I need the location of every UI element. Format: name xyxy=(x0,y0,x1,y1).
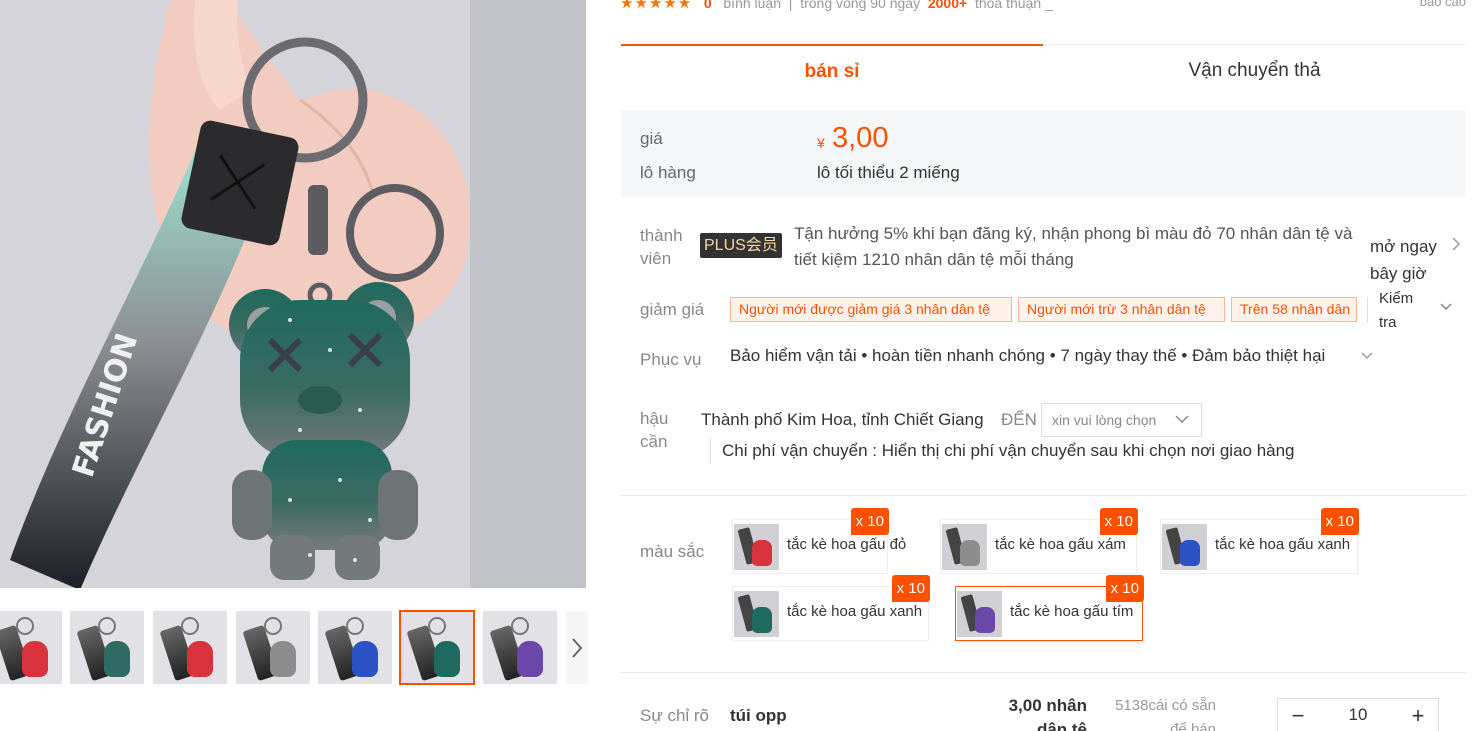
chevron-down-icon[interactable] xyxy=(1440,298,1452,314)
destination-select[interactable]: xin vui lòng chọn xyxy=(1041,403,1202,437)
price-label: giá xyxy=(640,129,663,148)
chevron-right-icon[interactable] xyxy=(1452,237,1461,256)
service-text: Bảo hiểm vận tải • hoàn tiền nhanh chóng… xyxy=(730,346,1326,365)
variant-thumbnail xyxy=(734,591,779,637)
quantity-input[interactable]: 10 xyxy=(1318,705,1398,725)
thumbnail[interactable] xyxy=(399,610,475,685)
variant-name: tắc kè hoa gấu xám xyxy=(995,536,1126,553)
discount-tag: Trên 58 nhân dân xyxy=(1231,297,1357,322)
variant-qty-badge: x 10 xyxy=(1105,575,1144,602)
chevron-down-icon[interactable] xyxy=(1361,347,1373,363)
currency-symbol: ¥ xyxy=(817,135,825,151)
chevron-down-icon xyxy=(1175,411,1189,427)
keychain-photo: FASHION xyxy=(0,0,586,588)
variant-name: tắc kè hoa gấu đỏ xyxy=(787,536,907,553)
price-value: 3,00 xyxy=(832,122,889,154)
variant-qty-badge: x 10 xyxy=(850,508,889,535)
color-variant-option[interactable]: tắc kè hoa gấu đỏ x 10 xyxy=(732,508,906,574)
main-product-image[interactable]: FASHION xyxy=(0,0,586,588)
color-variant-option[interactable]: tắc kè hoa gấu tím x 10 xyxy=(955,575,1144,641)
tab-wholesale[interactable]: bán sỉ xyxy=(621,44,1043,97)
rating-line: ★★★★★ 0 bình luận | trong vòng 90 ngày 2… xyxy=(620,0,1479,14)
member-label: thành viên xyxy=(640,226,683,268)
variant-thumbnail xyxy=(1162,524,1207,570)
color-variant-option[interactable]: tắc kè hoa gấu xám x 10 xyxy=(940,508,1138,574)
shipping-cost-text: Chi phí vận chuyển : Hiển thị chi phí vậ… xyxy=(710,438,1295,464)
decrease-quantity-button[interactable]: − xyxy=(1280,701,1316,731)
review-label[interactable]: bình luận xyxy=(723,0,781,11)
divider xyxy=(621,495,1466,496)
plus-member-badge: PLUS会员 xyxy=(700,233,782,258)
deal-count: 2000+ xyxy=(927,0,968,11)
thumbnail-strip xyxy=(0,610,600,686)
variant-thumbnail xyxy=(734,524,779,570)
report-link[interactable]: báo cáo xyxy=(1420,0,1466,9)
quantity-stepper: − 10 + xyxy=(1277,698,1439,731)
product-page: FASHION ★★★★★ 0 bình luận | trong vòng 9… xyxy=(0,0,1479,731)
discount-tag: Người mới được giảm giá 3 nhân dân tệ xyxy=(730,297,1012,322)
logistics-label: hậu cần xyxy=(640,409,669,451)
deal-label: thỏa thuận _ xyxy=(974,0,1053,11)
variant-name: tắc kè hoa gấu xanh xyxy=(787,603,923,620)
variant-qty-badge: x 10 xyxy=(1320,508,1359,535)
spec-name: túi opp xyxy=(730,706,787,725)
discount-label: giảm giá xyxy=(640,300,705,319)
tab-dropship[interactable]: Vận chuyển thả xyxy=(1043,44,1466,97)
variant-qty-badge: x 10 xyxy=(891,575,930,602)
open-membership-link[interactable]: mở ngay bây giờ xyxy=(1370,233,1450,287)
review-count[interactable]: 0 xyxy=(704,0,712,11)
spec-price: 3,00 nhân dân tệ xyxy=(1008,696,1087,731)
discount-tag: Người mới trừ 3 nhân dân tệ xyxy=(1018,297,1225,322)
period-label: trong vòng 90 ngày xyxy=(800,0,921,11)
variant-thumbnail xyxy=(942,524,987,570)
divider xyxy=(621,672,1466,673)
purchase-mode-tabs: bán sỉ Vận chuyển thả xyxy=(621,44,1466,97)
moq-text: lô tối thiểu 2 miếng xyxy=(817,163,960,182)
thumbnail[interactable] xyxy=(153,611,227,684)
thumbnail[interactable] xyxy=(0,611,62,684)
destination-placeholder: xin vui lòng chọn xyxy=(1052,412,1157,428)
variant-qty-badge: x 10 xyxy=(1099,508,1138,535)
color-variant-option[interactable]: tắc kè hoa gấu xanh x 10 xyxy=(732,575,930,641)
thumbnail[interactable] xyxy=(70,611,144,684)
variant-thumbnail xyxy=(957,591,1002,637)
thumbnail[interactable] xyxy=(236,611,310,684)
thumbnail-next-button[interactable] xyxy=(566,611,588,684)
member-benefit-text: Tận hưởng 5% khi bạn đăng ký, nhận phong… xyxy=(794,224,1353,269)
ship-to-label: ĐẾN xyxy=(1001,410,1037,429)
service-label: Phục vụ xyxy=(640,350,702,369)
color-variant-option[interactable]: tắc kè hoa gấu xanh x 10 xyxy=(1160,508,1359,574)
thumbnail[interactable] xyxy=(318,611,392,684)
chevron-right-icon xyxy=(572,637,583,658)
spec-stock: 5138cái có sẵn để bán xyxy=(1115,697,1216,731)
divider xyxy=(1367,297,1368,323)
lot-label: lô hàng xyxy=(640,163,696,182)
variant-name: tắc kè hoa gấu xanh xyxy=(1215,536,1351,553)
check-discount-button[interactable]: Kiểm tra xyxy=(1379,287,1429,335)
color-label: màu sắc xyxy=(640,542,705,561)
spec-label: Sự chỉ rõ xyxy=(640,706,710,725)
variant-name: tắc kè hoa gấu tím xyxy=(1010,603,1134,620)
rating-stars-icon: ★★★★★ xyxy=(620,0,693,12)
price-box: giá ¥ 3,00 lô hàng lô tối thiểu 2 miếng xyxy=(621,110,1466,198)
thumbnail[interactable] xyxy=(483,611,557,684)
ship-from-location: Thành phố Kim Hoa, tỉnh Chiết Giang xyxy=(701,410,984,429)
increase-quantity-button[interactable]: + xyxy=(1400,701,1436,731)
